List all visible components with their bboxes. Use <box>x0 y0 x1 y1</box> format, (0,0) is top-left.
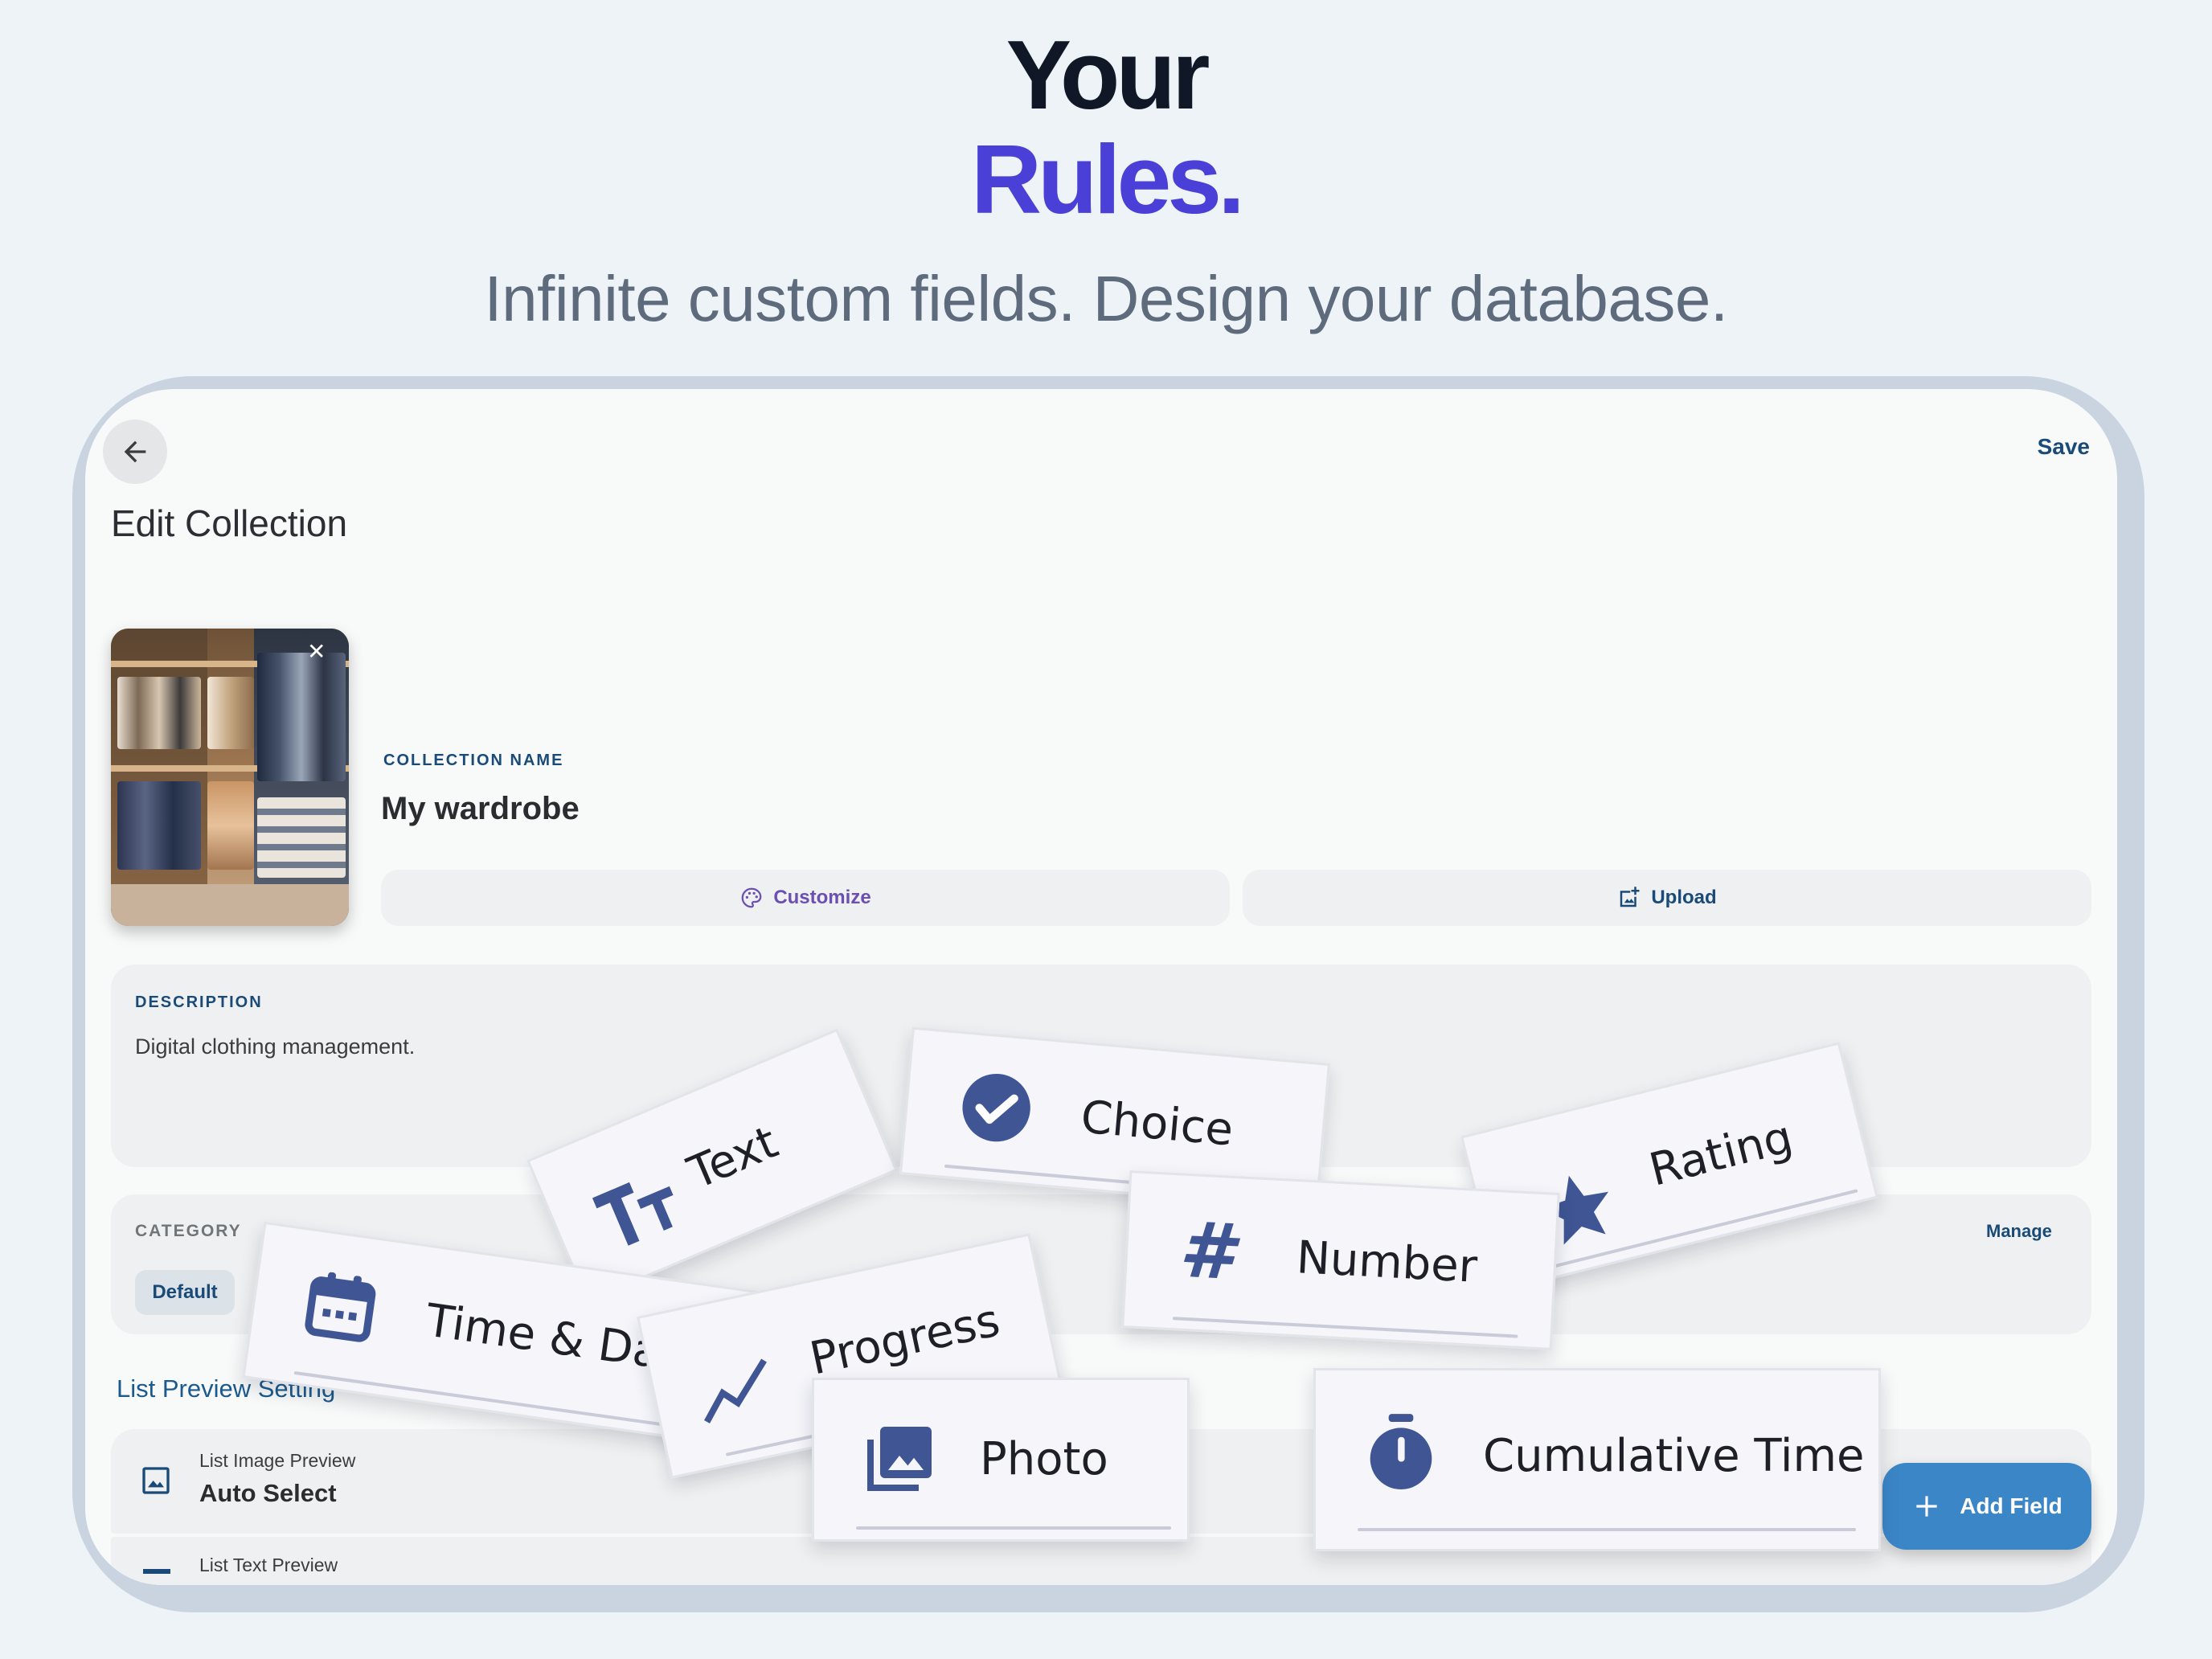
field-type-cumulative-time-card[interactable]: Cumulative Time <box>1313 1368 1881 1551</box>
collection-name-label: COLLECTION NAME <box>383 752 564 769</box>
upload-button[interactable]: Upload <box>1243 870 2091 926</box>
text-format-icon <box>592 1182 674 1246</box>
hero-subtitle: Infinite custom fields. Design your data… <box>484 263 1728 334</box>
field-type-rating-label: Rating <box>1644 1111 1798 1197</box>
image-icon <box>142 1467 170 1494</box>
field-type-photo-label: Photo <box>980 1433 1108 1485</box>
category-label: CATEGORY <box>135 1222 242 1240</box>
check-circle-icon <box>962 1073 1030 1142</box>
collection-cover-image[interactable]: ✕ <box>111 629 349 926</box>
save-button[interactable]: Save <box>2038 434 2090 460</box>
image-preview-label: List Image Preview <box>199 1450 356 1471</box>
plus-icon <box>1916 1496 1937 1517</box>
arrow-left-icon <box>124 440 146 463</box>
hero-title-line1: Your <box>1006 20 1210 129</box>
field-type-text-label: Text <box>681 1116 785 1200</box>
photo-library-icon <box>867 1427 932 1491</box>
category-chip-default[interactable]: Default <box>135 1270 235 1315</box>
hero-title-line2: Rules. <box>970 125 1245 234</box>
manage-button[interactable]: Manage <box>1986 1221 2052 1242</box>
trending-icon <box>704 1358 767 1423</box>
tablet-screen: Save Edit Collection ✕ COLLECTION NAME M… <box>85 389 2117 1585</box>
field-type-number-label: Number <box>1295 1231 1479 1293</box>
palette-icon <box>742 887 762 908</box>
upload-label: Upload <box>1651 887 1717 908</box>
field-type-progress-label: Progress <box>805 1294 1005 1386</box>
description-label: DESCRIPTION <box>135 993 263 1011</box>
add-field-label: Add Field <box>1960 1493 2062 1518</box>
hash-icon: # <box>1177 1204 1236 1297</box>
timer-icon <box>1370 1414 1432 1489</box>
customize-button[interactable]: Customize <box>381 870 1230 926</box>
add-field-button[interactable]: Add Field <box>1882 1463 2091 1550</box>
text-format-icon <box>143 1569 170 1574</box>
field-type-photo-card[interactable]: Photo <box>812 1378 1190 1542</box>
description-text[interactable]: Digital clothing management. <box>135 1034 415 1059</box>
field-type-cumulative-time-label: Cumulative Time <box>1483 1430 1865 1482</box>
field-type-number-card[interactable]: # Number <box>1121 1170 1560 1350</box>
image-preview-value: Auto Select <box>199 1479 337 1507</box>
collection-name-value[interactable]: My wardrobe <box>381 791 580 827</box>
remove-image-icon[interactable]: ✕ <box>307 638 326 665</box>
customize-label: Customize <box>773 887 871 908</box>
field-type-choice-label: Choice <box>1079 1091 1235 1157</box>
calendar-icon <box>305 1272 376 1342</box>
text-preview-label: List Text Preview <box>199 1555 338 1575</box>
back-button[interactable] <box>103 420 167 484</box>
page-title: Edit Collection <box>111 502 348 544</box>
upload-image-icon <box>1620 887 1640 907</box>
